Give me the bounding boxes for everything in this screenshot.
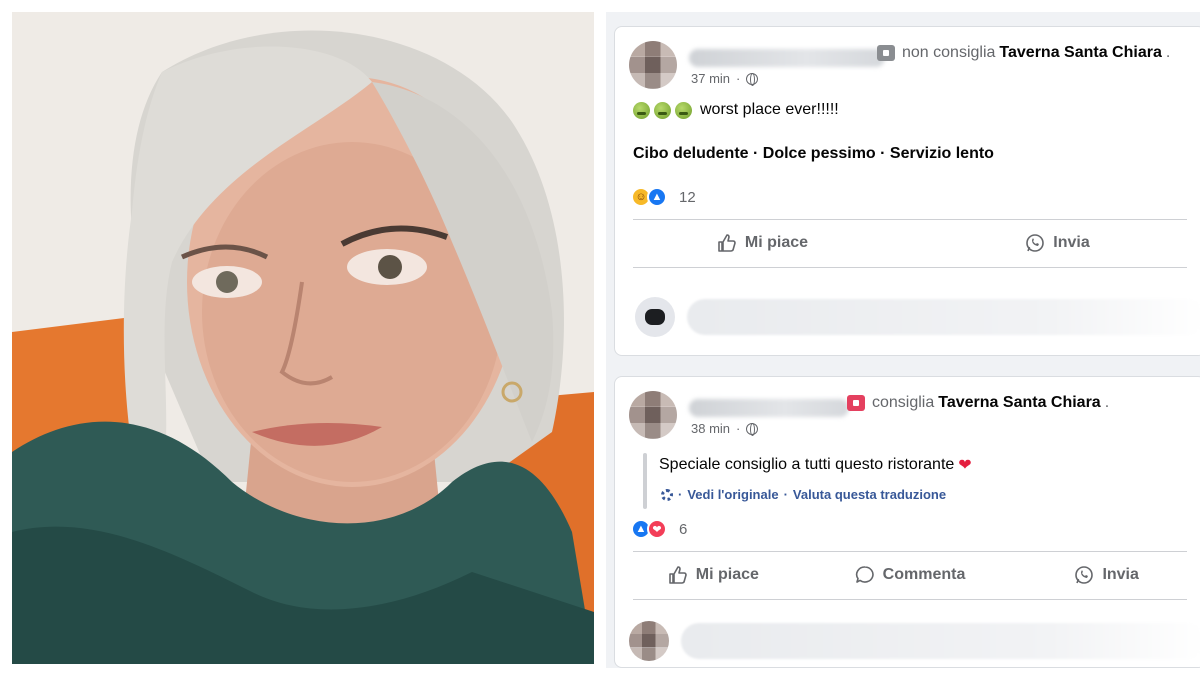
page-link[interactable]: Taverna Santa Chiara (999, 44, 1161, 62)
reaction-summary[interactable]: ▲ ❤ 6 (631, 519, 687, 539)
comment-button[interactable]: Commenta (812, 565, 1009, 585)
send-button[interactable]: Invia (910, 233, 1200, 253)
globe-icon (746, 422, 759, 436)
post-meta: 37 min · (691, 71, 759, 86)
comment-label: Commenta (882, 566, 966, 583)
post-message: worst place ever!!!!! (700, 101, 839, 118)
love-reaction-icon: ❤ (647, 519, 667, 539)
page-link[interactable]: Taverna Santa Chiara (938, 394, 1100, 412)
facebook-feed: non consiglia Taverna Santa Chiara . 37 … (606, 12, 1200, 668)
post-header: non consiglia Taverna Santa Chiara . (877, 44, 1170, 62)
thumbs-up-icon (668, 566, 687, 584)
separator-dot: · (736, 421, 741, 436)
portrait-image (12, 12, 594, 664)
nauseated-face-icon (654, 101, 671, 119)
like-reaction-icon: ▲ (647, 187, 667, 207)
see-original-link[interactable]: Vedi l'originale (687, 487, 778, 502)
post-text: Speciale consiglio a tutti questo ristor… (659, 455, 972, 475)
rate-translation-link[interactable]: Valuta questa traduzione (793, 487, 946, 502)
action-bar: Mi piace Invia (615, 223, 1200, 263)
action-bar: Mi piace Commenta Invia (615, 555, 1200, 595)
post-time[interactable]: 38 min (691, 421, 730, 436)
nauseated-face-icon (633, 101, 650, 119)
post-header: consiglia Taverna Santa Chiara . (847, 394, 1109, 412)
send-label: Invia (1102, 566, 1139, 583)
recommend-verb: non consiglia (902, 44, 996, 61)
review-tags: Cibo deludente · Dolce pessimo · Servizi… (633, 145, 994, 162)
separator-dot: · (736, 71, 741, 86)
period: . (1165, 44, 1171, 61)
post-message: Speciale consiglio a tutti questo ristor… (659, 456, 955, 473)
send-button[interactable]: Invia (1008, 565, 1200, 585)
recommend-icon (847, 395, 865, 411)
like-label: Mi piace (744, 234, 809, 251)
translation-links: · Vedi l'originale · Valuta questa tradu… (661, 487, 946, 502)
translation-quote-bar (643, 453, 647, 509)
reaction-count: 12 (679, 188, 696, 206)
separator-dot: · (783, 487, 788, 502)
divider (633, 219, 1187, 220)
globe-icon (746, 72, 759, 86)
post-time[interactable]: 37 min (691, 71, 730, 86)
like-button[interactable]: Mi piace (615, 233, 910, 253)
comment-bubble-icon (635, 297, 675, 337)
whatsapp-icon (1026, 234, 1045, 252)
divider (633, 267, 1187, 268)
comment-row (635, 297, 1200, 337)
post-card: consiglia Taverna Santa Chiara . 38 min … (614, 376, 1200, 668)
divider (633, 551, 1187, 552)
recommend-verb: consiglia (872, 394, 935, 411)
post-card: non consiglia Taverna Santa Chiara . 37 … (614, 26, 1200, 356)
comment-icon (855, 566, 874, 583)
reaction-count: 6 (679, 520, 688, 538)
avatar[interactable] (629, 391, 677, 439)
nauseated-face-icon (675, 101, 692, 119)
reaction-summary[interactable]: ☺ ▲ 12 (631, 187, 696, 207)
thumbs-up-icon (718, 234, 736, 252)
author-name-blurred[interactable] (689, 49, 885, 67)
author-name-blurred[interactable] (689, 399, 849, 417)
post-meta: 38 min · (691, 421, 759, 436)
like-label: Mi piace (695, 566, 759, 583)
like-button[interactable]: Mi piace (615, 565, 812, 585)
avatar[interactable] (629, 41, 677, 89)
translate-gear-icon (661, 488, 673, 501)
comment-input-blurred[interactable] (687, 299, 1200, 335)
profile-photo (12, 12, 594, 664)
red-heart-icon: ❤ (958, 457, 972, 474)
not-recommend-icon (877, 45, 895, 61)
period: . (1104, 394, 1110, 411)
post-text: worst place ever!!!!! (633, 101, 839, 119)
send-label: Invia (1053, 234, 1090, 251)
commenter-avatar-blurred (629, 621, 669, 661)
comment-row (629, 621, 1200, 661)
whatsapp-icon (1075, 566, 1094, 584)
separator-dot: · (678, 487, 683, 502)
divider (633, 599, 1187, 600)
comment-input-blurred[interactable] (681, 623, 1200, 659)
